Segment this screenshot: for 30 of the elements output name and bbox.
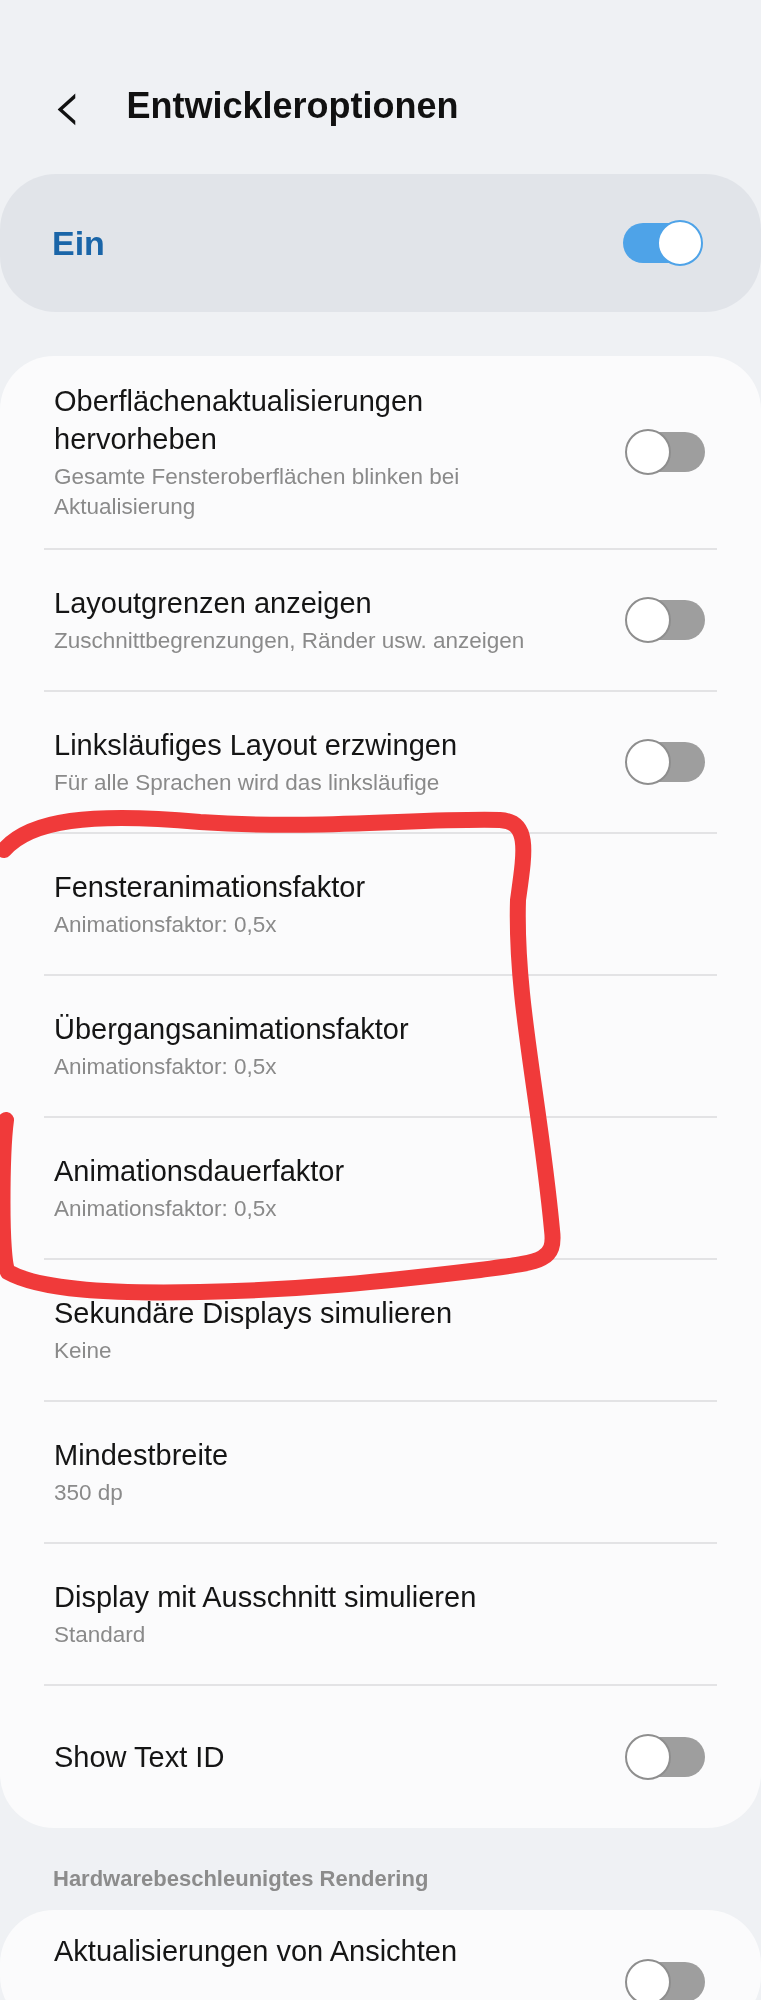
master-label: Ein (52, 223, 105, 263)
setting-subtitle: Zuschnittbegrenzungen, Ränder usw. anzeigen (54, 627, 525, 655)
setting-subtitle: 350 dp (54, 1479, 124, 1507)
setting-title[interactable]: Sekundäre Displays simulieren (54, 1294, 453, 1332)
setting-title[interactable]: Fensteranimationsfaktor (54, 868, 366, 906)
setting-title[interactable]: Linksläufiges Layout erzwingen (54, 726, 458, 764)
setting-title[interactable]: Display mit Ausschnitt simulieren (54, 1578, 477, 1616)
setting-title[interactable]: Show Text ID (54, 1738, 225, 1776)
toggle-switch[interactable] (627, 742, 705, 782)
page-title: Entwickleroptionen (126, 85, 459, 127)
toggle-switch[interactable] (627, 432, 705, 472)
setting-subtitle: Animationsfaktor: 0,5x (54, 1195, 278, 1223)
toggle-switch[interactable] (627, 600, 705, 640)
setting-title[interactable]: Animationsdauerfaktor (54, 1152, 345, 1190)
section-heading: Hardwarebeschleunigtes Rendering (52, 1865, 430, 1893)
setting-title[interactable]: Aktualisierungen von Ansichten (54, 1932, 458, 1970)
setting-title[interactable]: Übergangsanimationsfaktor (54, 1010, 409, 1048)
toggle-switch[interactable] (627, 1737, 705, 1777)
setting-subtitle: Animationsfaktor: 0,5x (54, 911, 278, 939)
setting-subtitle: Keine (54, 1337, 113, 1365)
setting-title[interactable]: Mindestbreite (54, 1436, 229, 1474)
setting-subtitle: Animationsfaktor: 0,5x (54, 1053, 278, 1081)
setting-title[interactable]: Oberflächenaktualisierungen hervorheben (54, 382, 524, 458)
setting-subtitle: Für alle Sprachen wird das linksläufige (54, 769, 441, 797)
setting-subtitle: Gesamte Fensteroberflächen blinken bei Aktualisierung (54, 463, 461, 521)
setting-subtitle: Standard (54, 1621, 147, 1649)
setting-title[interactable]: Layoutgrenzen anzeigen (54, 584, 525, 622)
toggle-switch[interactable] (623, 223, 701, 263)
back-button[interactable]: ‹ (44, 78, 91, 134)
toggle-switch[interactable] (627, 1962, 705, 2000)
